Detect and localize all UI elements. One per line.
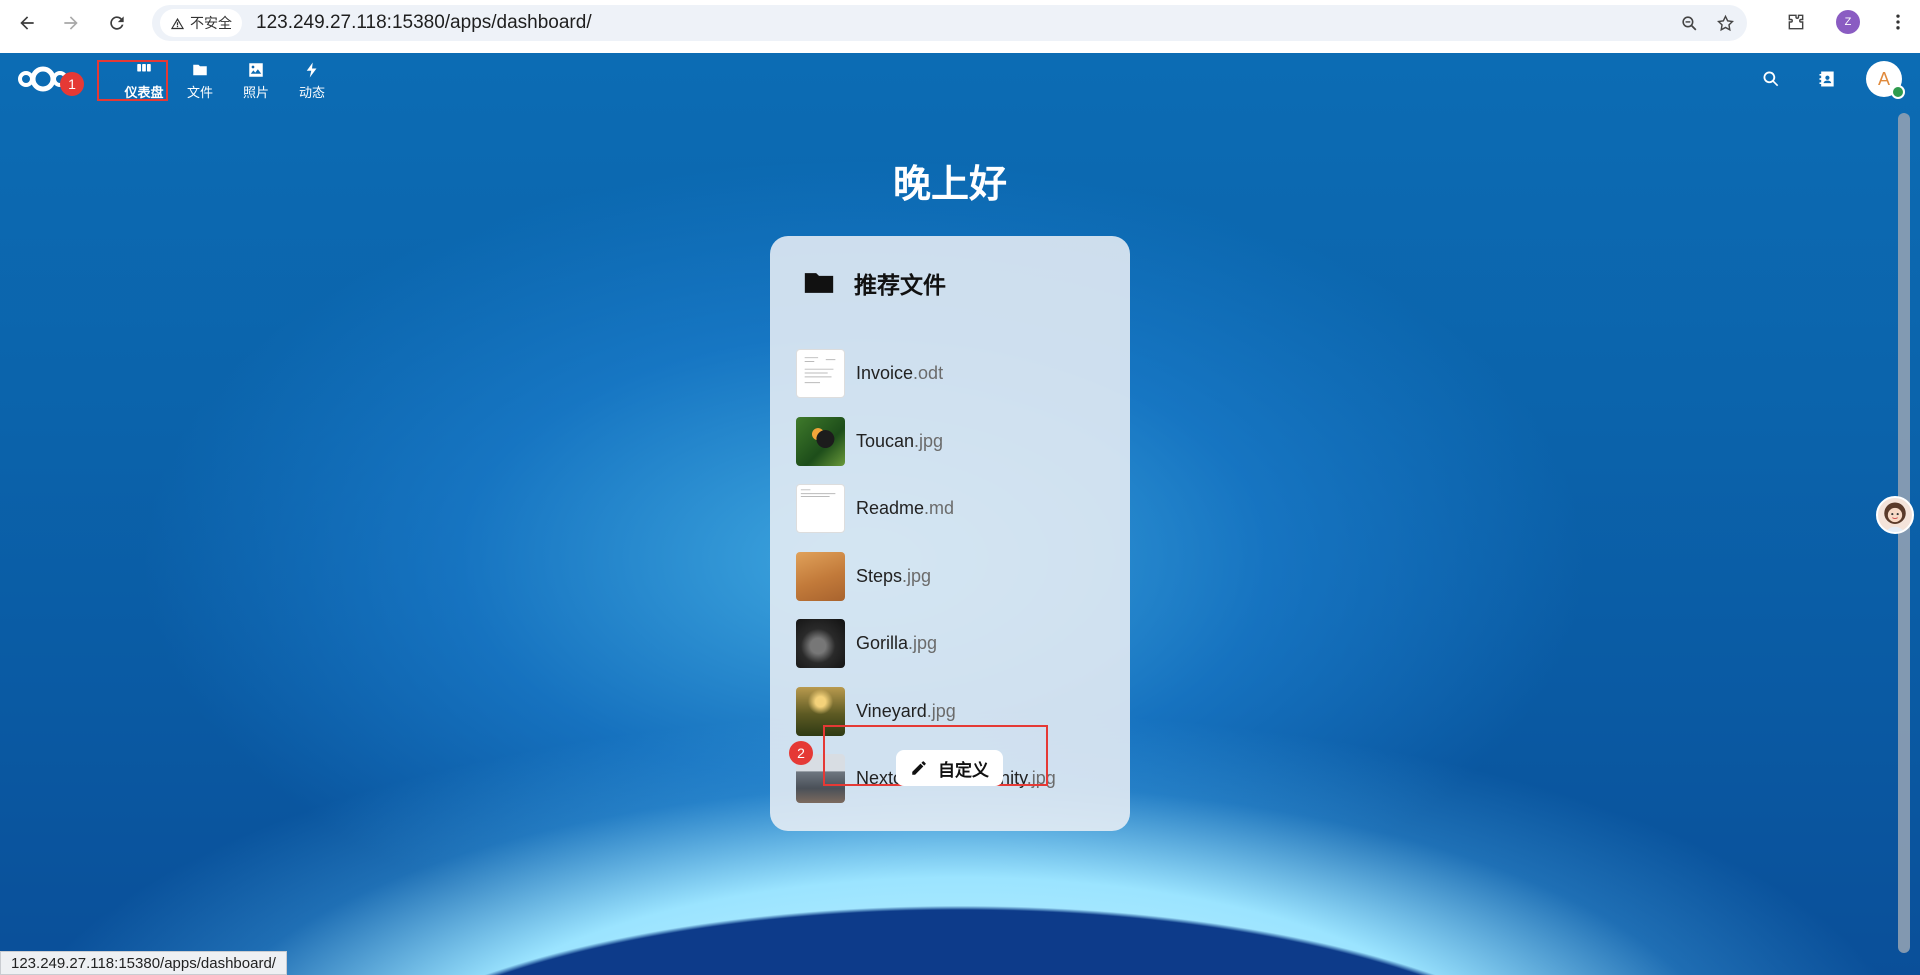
annotation-badge-2: 2 [789,741,813,765]
zoom-icon[interactable] [1675,9,1703,37]
widget-header: 推荐文件 [802,266,946,300]
extensions-icon[interactable] [1782,8,1810,36]
bookmark-star-icon[interactable] [1711,9,1739,37]
menu-dots-icon[interactable] [1884,8,1912,36]
contacts-icon[interactable] [1810,62,1844,96]
security-label: 不安全 [190,15,232,31]
folder-icon [804,273,834,293]
browser-toolbar: 不安全 123.249.27.118:15380/apps/dashboard/… [0,0,1920,53]
document-thumbnail [796,349,845,399]
page-scrollbar[interactable] [1896,105,1910,973]
nextcloud-header: 仪表盘 文件 照片 动态 1 A [0,53,1920,105]
folder-icon [193,64,207,76]
url-text[interactable]: 123.249.27.118:15380/apps/dashboard/ [256,12,592,34]
app-files[interactable]: 文件 [172,59,228,103]
customize-label: 自定义 [938,760,989,780]
profile-avatar[interactable]: Z [1836,10,1860,34]
security-chip[interactable]: 不安全 [160,9,242,37]
file-name: Vineyard.jpg [856,700,956,721]
reload-icon [110,16,124,30]
file-name: Readme.md [856,498,955,519]
app-photos[interactable]: 照片 [228,59,284,103]
file-item-steps[interactable]: Steps.jpg [796,543,1116,611]
address-bar[interactable]: 不安全 123.249.27.118:15380/apps/dashboard/ [152,5,1747,41]
file-name: Toucan.jpg [856,430,944,451]
arrow-right-icon [64,16,78,30]
document-thumbnail [796,484,845,534]
dashboard-page: 仪表盘 文件 照片 动态 1 A 晚上好 推荐文件 Invoice.odt To… [0,53,1920,975]
annotation-badge-1: 1 [60,72,84,96]
customize-button[interactable]: 自定义 [896,750,1003,786]
arrow-left-icon [20,16,34,30]
app-activity[interactable]: 动态 [284,59,340,103]
file-item-toucan[interactable]: Toucan.jpg [796,408,1116,476]
app-files-label: 文件 [186,85,213,100]
status-url-bar: 123.249.27.118:15380/apps/dashboard/ [0,951,287,975]
file-item-readme[interactable]: Readme.md [796,475,1116,543]
online-status-dot [1891,85,1905,99]
back-button[interactable] [12,8,42,38]
greeting-heading: 晚上好 [892,164,1007,206]
toucan-thumbnail [796,416,845,466]
lightning-icon [306,62,317,78]
search-icon[interactable] [1754,62,1788,96]
reload-button[interactable] [102,8,132,38]
warning-icon [170,17,185,29]
file-item-gorilla[interactable]: Gorilla.jpg [796,610,1116,678]
annotation-box-1 [97,60,168,101]
file-name: Invoice.odt [856,363,944,384]
app-activity-label: 动态 [298,85,325,100]
file-item-invoice[interactable]: Invoice.odt [796,340,1116,408]
pencil-icon [912,761,926,775]
file-name: Gorilla.jpg [856,633,938,654]
assistant-avatar-icon[interactable] [1876,496,1914,534]
user-avatar[interactable]: A [1866,61,1905,99]
user-avatar-initial: A [1877,68,1890,89]
image-icon [249,63,263,77]
forward-button[interactable] [56,8,86,38]
desert-thumbnail [796,551,845,601]
widget-title: 推荐文件 [854,272,946,298]
app-photos-label: 照片 [242,85,269,100]
gorilla-thumbnail [796,619,845,669]
file-name: Steps.jpg [856,565,932,586]
